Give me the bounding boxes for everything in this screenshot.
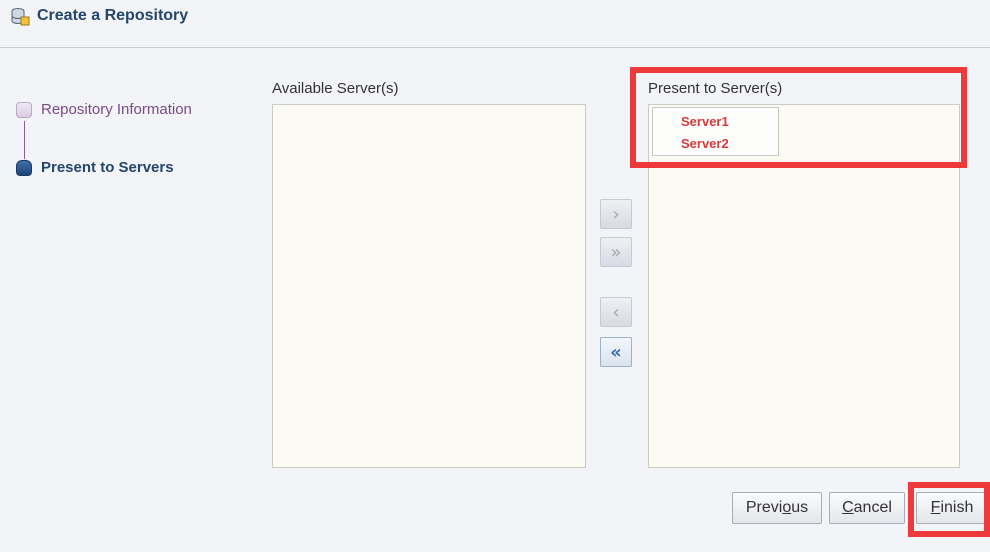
cancel-label-post: ancel xyxy=(853,499,892,516)
move-right-button[interactable]: › xyxy=(600,199,632,229)
chevron-left-icon: ‹ xyxy=(612,301,620,323)
train-step-present-to-servers: Present to Servers xyxy=(16,159,174,176)
move-all-left-button[interactable]: « xyxy=(600,337,632,367)
move-left-button[interactable]: ‹ xyxy=(600,297,632,327)
current-step-icon xyxy=(16,159,32,176)
available-servers-label: Available Server(s) xyxy=(272,80,399,97)
cancel-accelerator: C xyxy=(842,499,854,516)
finish-button-highlight xyxy=(908,482,990,537)
double-chevron-right-icon: » xyxy=(610,241,622,263)
database-create-icon xyxy=(11,8,30,26)
previous-label-post: us xyxy=(791,499,809,516)
present-servers-highlight xyxy=(630,67,967,168)
available-servers-list[interactable] xyxy=(272,104,586,468)
train-step-repository-information[interactable]: Repository Information xyxy=(16,101,192,118)
train-step-label: Present to Servers xyxy=(41,159,174,176)
move-all-right-button[interactable]: » xyxy=(600,237,632,267)
previous-accelerator: o xyxy=(782,499,792,516)
previous-button[interactable]: Previ o us xyxy=(732,492,822,524)
chevron-right-icon: › xyxy=(612,203,620,225)
previous-label-pre: Previ xyxy=(745,499,783,516)
cancel-button[interactable]: Cancel xyxy=(829,492,905,524)
train-step-label[interactable]: Repository Information xyxy=(41,101,192,118)
double-chevron-left-icon: « xyxy=(610,341,622,363)
train-connector xyxy=(24,121,25,159)
dialog-title-bar: Create a Repository xyxy=(0,0,990,48)
visited-step-icon xyxy=(16,101,32,118)
dialog-title: Create a Repository xyxy=(37,7,189,24)
